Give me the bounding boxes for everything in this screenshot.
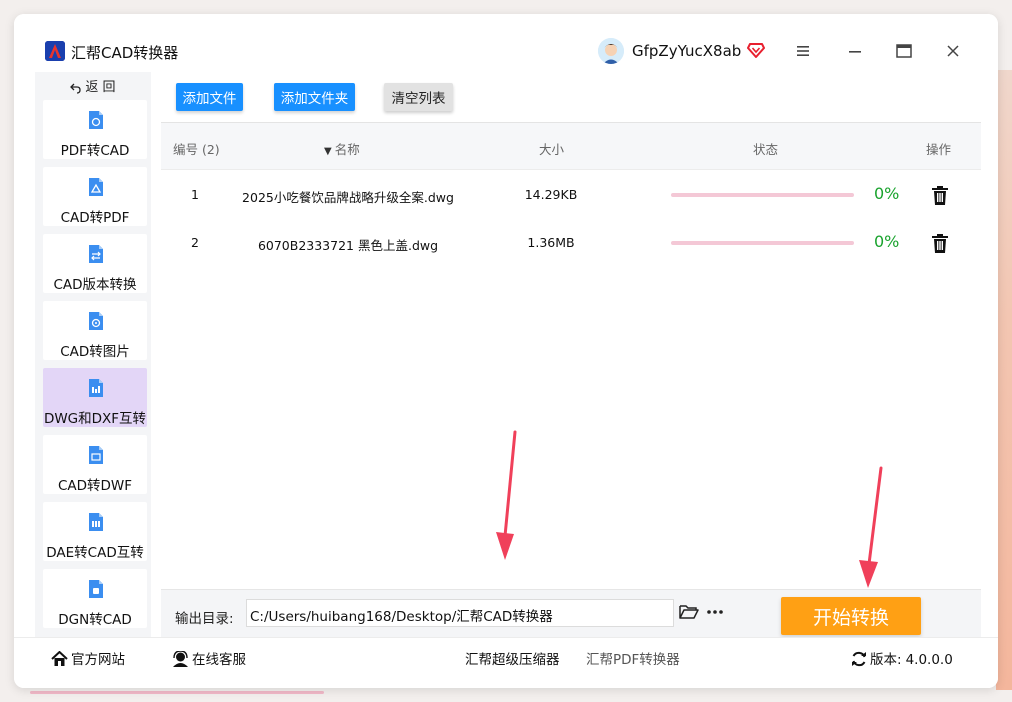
version-label: 版本: <box>870 652 902 668</box>
column-header-name[interactable]: ▼ 名称 <box>324 139 360 158</box>
title-bar: 汇帮CAD转换器 GfpZyYucX8ab <box>14 14 998 72</box>
row-progress-bar <box>671 241 854 245</box>
cad-to-image-icon <box>89 312 103 330</box>
menu-icon[interactable] <box>792 40 814 62</box>
compressor-link[interactable]: 汇帮超级压缩器 <box>465 648 560 668</box>
home-icon <box>51 651 68 666</box>
toolbar: 添加文件 添加文件夹 清空列表 <box>161 72 981 123</box>
pdf-to-cad-icon <box>89 111 103 129</box>
sidebar-item-label: CAD版本转换 <box>53 277 137 293</box>
sidebar-item-label: CAD转DWF <box>57 478 133 494</box>
online-service-label: 在线客服 <box>192 652 246 668</box>
output-dir-label: 输出目录: <box>175 611 234 627</box>
dgn-to-cad-icon <box>89 580 103 598</box>
vip-badge-icon[interactable] <box>747 41 765 63</box>
taskbar-hint <box>30 691 324 694</box>
back-button[interactable]: 返 回 <box>35 76 151 96</box>
sidebar-item-label: PDF转CAD <box>60 143 130 159</box>
footer: 官方网站 在线客服 汇帮超级压缩器 汇帮PDF转换器 版本: 4.0.0.0 <box>14 637 998 688</box>
add-folder-button[interactable]: 添加文件夹 <box>274 83 355 111</box>
app-title: 汇帮CAD转换器 <box>71 44 179 62</box>
user-avatar[interactable] <box>598 38 624 64</box>
row-file-size: 1.36MB <box>527 235 575 250</box>
app-window: 汇帮CAD转换器 GfpZyYucX8ab 返 回 PDF转CAD CAD转PD… <box>14 14 998 688</box>
column-header-name-label: 名称 <box>334 142 360 157</box>
sidebar: 返 回 PDF转CAD CAD转PDF CAD版本转换 CAD转图片 DWG和D… <box>35 72 151 637</box>
sidebar-item-cad-to-pdf[interactable]: CAD转PDF <box>43 167 147 226</box>
version-number: 4.0.0.0 <box>905 652 953 668</box>
row-file-name: 6070B2333721 黑色上盖.dwg <box>257 238 439 253</box>
cad-to-dwf-icon <box>89 446 103 464</box>
dwg-dxf-icon <box>89 379 103 397</box>
table-header: 编号 (2) ▼ 名称 大小 状态 操作 <box>161 123 981 170</box>
sidebar-item-label: CAD转图片 <box>60 344 130 360</box>
row-progress-bar <box>671 193 854 197</box>
sidebar-item-dgn-to-cad[interactable]: DGN转CAD <box>43 569 147 628</box>
table-row[interactable]: 1 2025小吃餐饮品牌战略升级全案.dwg 14.29KB 0% <box>161 173 981 221</box>
sidebar-item-label: CAD转PDF <box>60 210 130 226</box>
back-arrow-icon <box>70 83 82 94</box>
folder-open-icon[interactable] <box>679 604 699 620</box>
row-number: 1 <box>191 187 199 202</box>
sidebar-item-dwg-dxf[interactable]: DWG和DXF互转 <box>43 368 147 427</box>
dae-to-cad-icon <box>89 513 103 531</box>
row-file-size: 14.29KB <box>524 187 578 202</box>
sidebar-item-cad-version[interactable]: CAD版本转换 <box>43 234 147 293</box>
row-file-name: 2025小吃餐饮品牌战略升级全案.dwg <box>242 190 454 205</box>
online-service-link[interactable]: 在线客服 <box>172 648 246 668</box>
customer-service-icon <box>173 651 188 667</box>
row-progress-percent: 0% <box>874 184 900 203</box>
column-header-action: 操作 <box>926 142 952 157</box>
row-number: 2 <box>191 235 199 250</box>
official-site-link[interactable]: 官方网站 <box>51 648 125 668</box>
sort-desc-icon: ▼ <box>324 146 332 157</box>
sidebar-item-cad-to-image[interactable]: CAD转图片 <box>43 301 147 360</box>
column-header-number[interactable]: 编号 (2) <box>173 139 220 158</box>
sidebar-item-pdf-to-cad[interactable]: PDF转CAD <box>43 100 147 159</box>
row-progress-percent: 0% <box>874 232 900 251</box>
back-label: 返 回 <box>85 80 116 95</box>
app-logo-icon <box>45 41 65 61</box>
sidebar-item-label: DWG和DXF互转 <box>43 411 147 427</box>
sidebar-item-dae-to-cad[interactable]: DAE转CAD互转 <box>43 502 147 561</box>
background-edge <box>996 70 1012 690</box>
more-options-icon[interactable] <box>706 604 724 620</box>
column-header-size[interactable]: 大小 <box>539 139 564 158</box>
sidebar-item-label: DGN转CAD <box>58 612 132 628</box>
minimize-icon[interactable] <box>844 40 866 62</box>
table-row[interactable]: 2 6070B2333721 黑色上盖.dwg 1.36MB 0% <box>161 221 981 269</box>
maximize-icon[interactable] <box>893 40 915 62</box>
sidebar-item-cad-to-dwf[interactable]: CAD转DWF <box>43 435 147 494</box>
sidebar-item-label: DAE转CAD互转 <box>46 545 144 561</box>
version-info[interactable]: 版本: 4.0.0.0 <box>851 648 953 668</box>
user-name[interactable]: GfpZyYucX8ab <box>632 42 741 60</box>
output-dir-input[interactable]: C:/Users/huibang168/Desktop/汇帮CAD转换器 <box>246 599 674 627</box>
start-convert-button[interactable]: 开始转换 <box>781 597 921 635</box>
refresh-icon <box>852 651 866 667</box>
cad-version-icon <box>89 245 103 263</box>
output-bar: 输出目录: C:/Users/huibang168/Desktop/汇帮CAD转… <box>161 589 981 638</box>
clear-list-button[interactable]: 清空列表 <box>384 83 453 111</box>
delete-trash-icon[interactable] <box>932 186 948 205</box>
close-icon[interactable] <box>942 40 964 62</box>
delete-trash-icon[interactable] <box>932 234 948 253</box>
pdf-converter-link[interactable]: 汇帮PDF转换器 <box>586 648 680 668</box>
cad-to-pdf-icon <box>89 178 103 196</box>
official-site-label: 官方网站 <box>71 652 125 668</box>
add-file-button[interactable]: 添加文件 <box>176 83 243 111</box>
column-header-status: 状态 <box>753 142 779 157</box>
main-panel: 添加文件 添加文件夹 清空列表 编号 (2) ▼ 名称 大小 状态 操作 1 20… <box>161 72 981 638</box>
